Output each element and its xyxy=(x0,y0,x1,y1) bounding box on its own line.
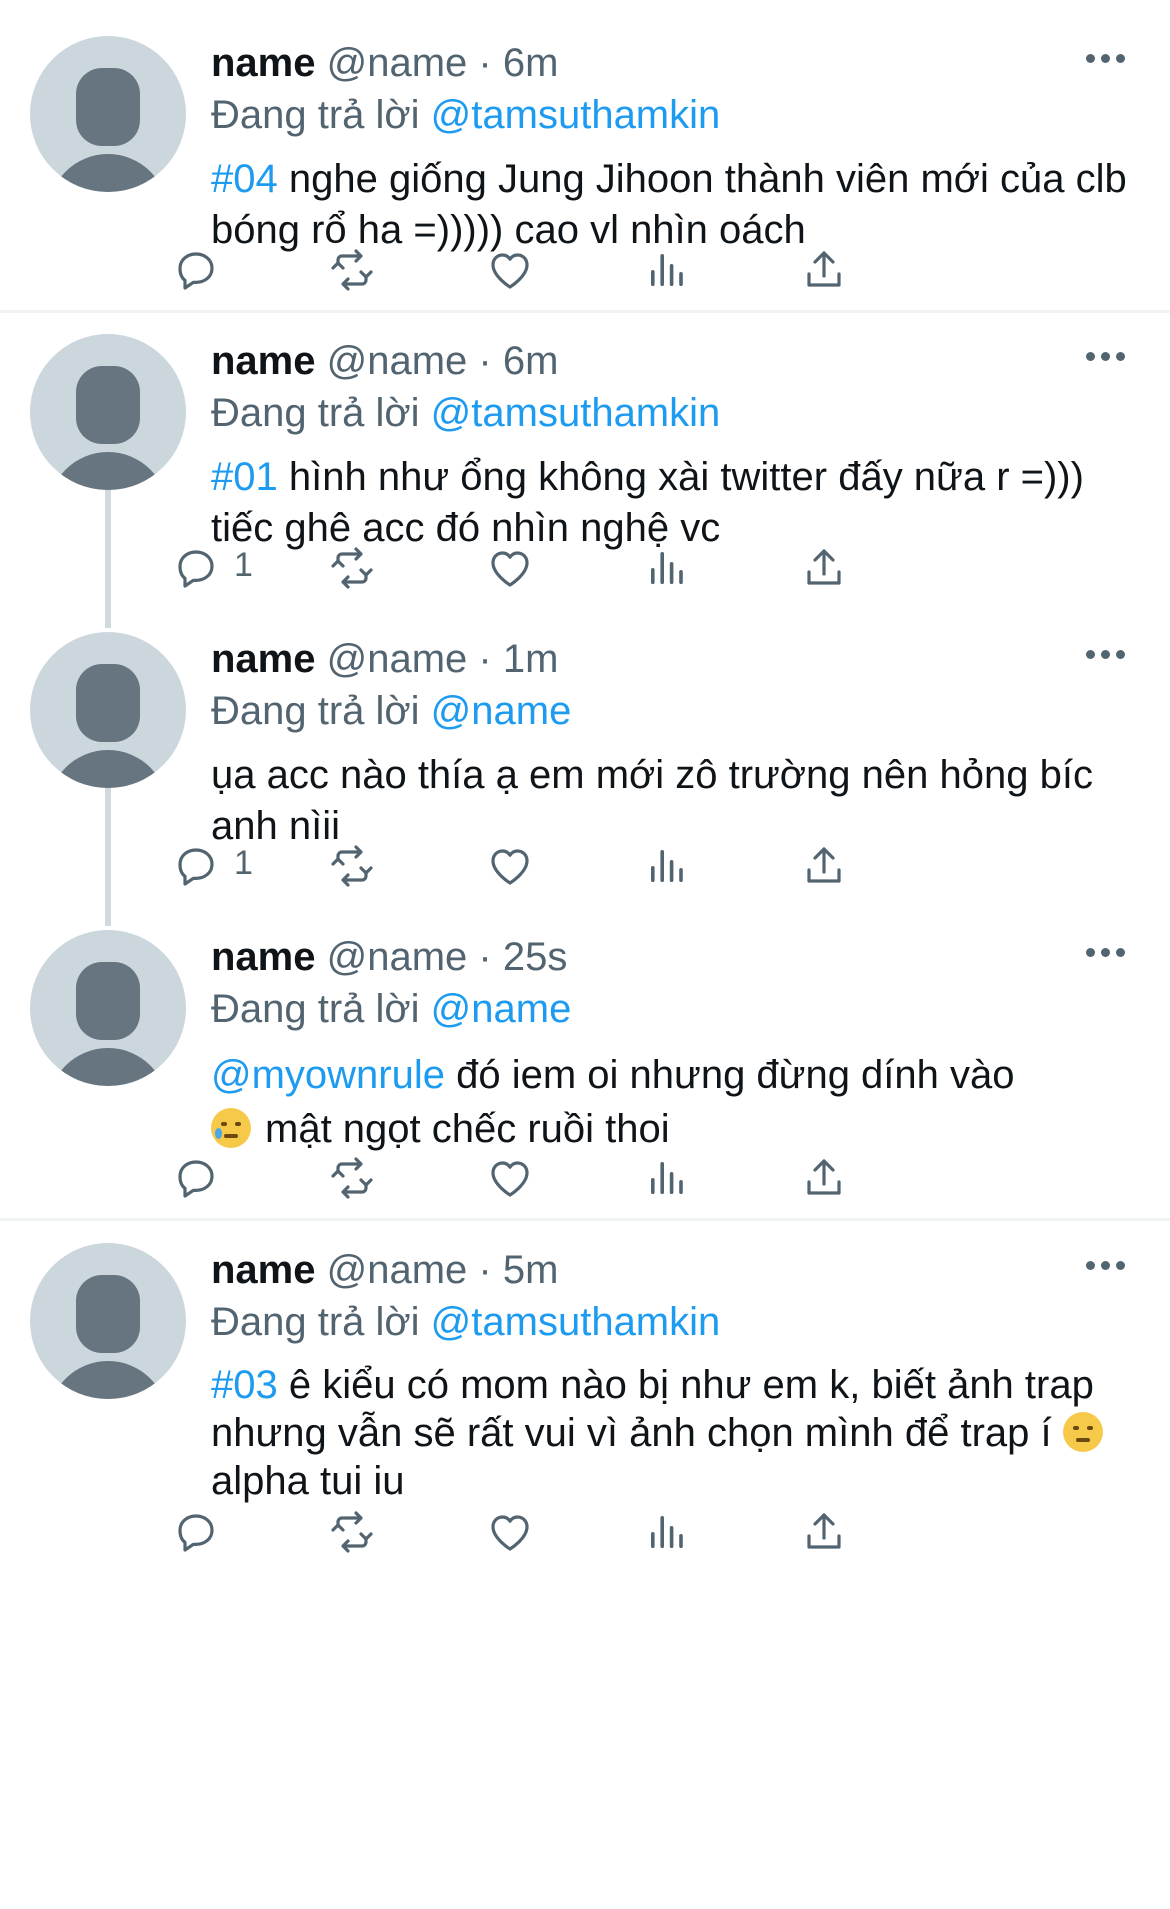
share-button[interactable] xyxy=(800,538,860,598)
display-name[interactable]: name xyxy=(211,935,316,979)
share-button[interactable] xyxy=(800,1148,860,1208)
mention-link[interactable]: @myownrule xyxy=(211,1053,445,1097)
handle-time: @name · 25s xyxy=(326,935,568,979)
replying-prefix: Đang trả lời xyxy=(211,689,420,733)
replying-to-link[interactable]: @tamsuthamkin xyxy=(431,1300,721,1344)
tweet-text: @myownrule đó iem oi nhưng đừng dính vào… xyxy=(211,1053,1015,1151)
share-button[interactable] xyxy=(800,240,860,300)
display-name[interactable]: name xyxy=(211,41,316,85)
replying-to-link[interactable]: @tamsuthamkin xyxy=(431,391,721,435)
pensive-face-emoji xyxy=(1062,1412,1103,1452)
reply-count: 1 xyxy=(234,844,253,882)
handle-time: @name · 1m xyxy=(326,637,559,681)
tweet-actions xyxy=(0,1502,1170,1562)
retweet-button[interactable] xyxy=(328,538,388,598)
replying-prefix: Đang trả lời xyxy=(211,1300,420,1344)
tweet-text: #03 ê kiểu có mom nào bị như em k, biết … xyxy=(211,1361,1131,1505)
avatar[interactable] xyxy=(30,1243,186,1399)
retweet-button[interactable] xyxy=(328,240,388,300)
hashtag-link[interactable]: #03 xyxy=(211,1363,278,1407)
retweet-button[interactable] xyxy=(328,1502,388,1562)
retweet-button[interactable] xyxy=(328,836,388,896)
views-button[interactable] xyxy=(643,538,703,598)
views-button[interactable] xyxy=(643,240,703,300)
reply-button[interactable] xyxy=(172,240,282,300)
retweet-button[interactable] xyxy=(328,1148,388,1208)
views-button[interactable] xyxy=(643,836,703,896)
tweet-actions xyxy=(0,1148,1170,1208)
replying-prefix: Đang trả lời xyxy=(211,93,420,137)
avatar[interactable] xyxy=(30,36,186,192)
hashtag-link[interactable]: #04 xyxy=(211,157,278,201)
views-button[interactable] xyxy=(643,1502,703,1562)
replying-to-link[interactable]: @name xyxy=(431,689,572,733)
tweet-actions xyxy=(0,240,1170,300)
avatar[interactable] xyxy=(30,334,186,490)
like-button[interactable] xyxy=(486,240,546,300)
more-icon[interactable] xyxy=(1086,54,1126,66)
handle-time: @name · 6m xyxy=(326,339,559,383)
more-icon[interactable] xyxy=(1086,1261,1126,1273)
handle-time: @name · 5m xyxy=(326,1248,559,1292)
more-icon[interactable] xyxy=(1086,948,1126,960)
tweet-actions: 1 xyxy=(0,836,1170,896)
like-button[interactable] xyxy=(486,836,546,896)
replying-prefix: Đang trả lời xyxy=(211,987,420,1031)
more-icon[interactable] xyxy=(1086,352,1126,364)
divider xyxy=(0,1218,1170,1221)
reply-button[interactable] xyxy=(172,1502,282,1562)
display-name[interactable]: name xyxy=(211,1248,316,1292)
handle-time: @name · 6m xyxy=(326,41,559,85)
avatar[interactable] xyxy=(30,632,186,788)
replying-to-link[interactable]: @tamsuthamkin xyxy=(431,93,721,137)
reply-count: 1 xyxy=(234,546,253,584)
display-name[interactable]: name xyxy=(211,637,316,681)
share-button[interactable] xyxy=(800,1502,860,1562)
reply-button[interactable]: 1 xyxy=(172,836,282,896)
reply-button[interactable]: 1 xyxy=(172,538,282,598)
more-icon[interactable] xyxy=(1086,650,1126,662)
avatar[interactable] xyxy=(30,930,186,1086)
like-button[interactable] xyxy=(486,1148,546,1208)
replying-prefix: Đang trả lời xyxy=(211,391,420,435)
tweet-actions: 1 xyxy=(0,538,1170,598)
display-name[interactable]: name xyxy=(211,339,316,383)
reply-button[interactable] xyxy=(172,1148,282,1208)
replying-to-link[interactable]: @name xyxy=(431,987,572,1031)
hashtag-link[interactable]: #01 xyxy=(211,455,278,499)
divider xyxy=(0,310,1170,313)
like-button[interactable] xyxy=(486,1502,546,1562)
share-button[interactable] xyxy=(800,836,860,896)
views-button[interactable] xyxy=(643,1148,703,1208)
crying-face-emoji xyxy=(211,1108,251,1148)
like-button[interactable] xyxy=(486,538,546,598)
